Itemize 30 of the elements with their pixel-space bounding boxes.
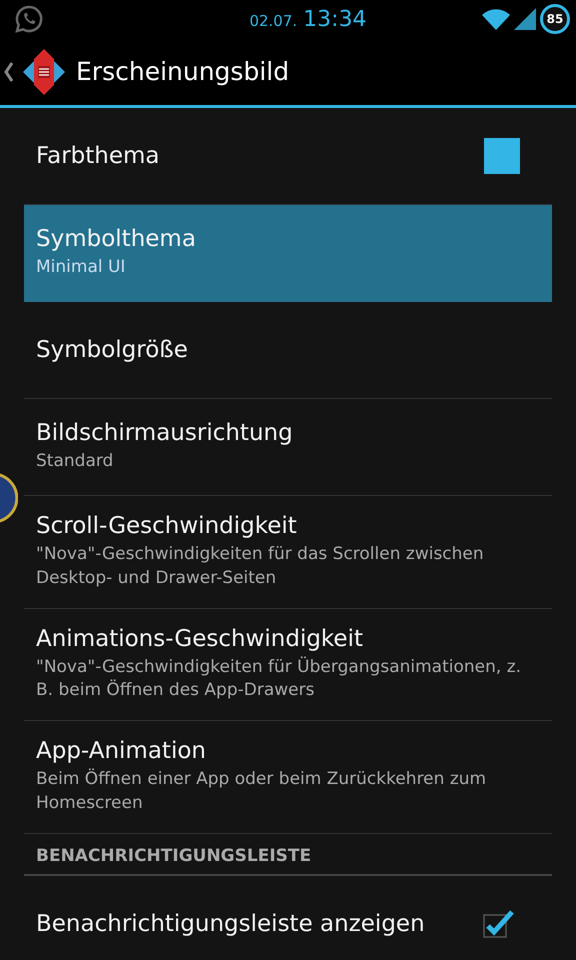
settings-item[interactable]: Animations-Geschwindigkeit "Nova"-Geschwindigkeiten für Übergangsanimationen, z. B. beim Öffnen des App-Drawers	[24, 608, 552, 722]
item-title: Bildschirmausrichtung	[36, 420, 293, 446]
settings-item[interactable]: Bildschirmausrichtung Standard	[24, 399, 552, 496]
status-time: 13:34	[303, 6, 367, 32]
item-title: Benachrichtigungsleiste anzeigen	[36, 910, 425, 937]
item-summary: "Nova"-Geschwindigkeiten für Übergangsanimationen, z. B. beim Öffnen des App-Drawers	[36, 656, 522, 702]
checkbox[interactable]	[482, 908, 516, 939]
wifi-icon	[482, 8, 510, 30]
item-title: Symbolthema	[36, 226, 196, 252]
item-summary: "Nova"-Geschwindigkeiten für das Scrollen zwischen Desktop- und Drawer-Seiten	[36, 543, 485, 590]
settings-item[interactable]: Benachrichtigungsleiste anzeigen	[24, 876, 552, 960]
battery-indicator: 85	[540, 4, 570, 34]
section-header: BENACHRICHTIGUNGSLEISTE	[24, 834, 552, 876]
screen-title: Erscheinungsbild	[76, 57, 290, 86]
settings-item[interactable]: Symbolthema Minimal UI	[24, 205, 552, 302]
item-summary: Standard	[36, 450, 114, 474]
item-title: Scroll-Geschwindigkeit	[36, 513, 298, 539]
status-date: 02.07.	[249, 12, 298, 30]
settings-item[interactable]: Symbolgröße	[24, 302, 552, 399]
chat-icon	[14, 4, 44, 34]
item-title: App-Animation	[36, 738, 207, 764]
signal-icon	[514, 8, 536, 30]
settings-item[interactable]: Scroll-Geschwindigkeit "Nova"-Geschwindigkeiten für das Scrollen zwischen Desktop- und Drawer-Seiten	[24, 496, 552, 609]
item-summary: Minimal UI	[36, 256, 126, 280]
item-title: Animations-Geschwindigkeit	[36, 626, 364, 652]
back-icon[interactable]	[4, 60, 14, 82]
item-title: Farbthema	[36, 143, 160, 169]
item-title: Symbolgröße	[36, 337, 188, 363]
item-summary: Beim Öffnen einer App oder beim Zurückkehren zum Homescreen	[36, 768, 488, 815]
settings-item[interactable]: App-Animation Beim Öffnen einer App oder beim Zurückkehren zum Homescreen	[24, 721, 552, 834]
